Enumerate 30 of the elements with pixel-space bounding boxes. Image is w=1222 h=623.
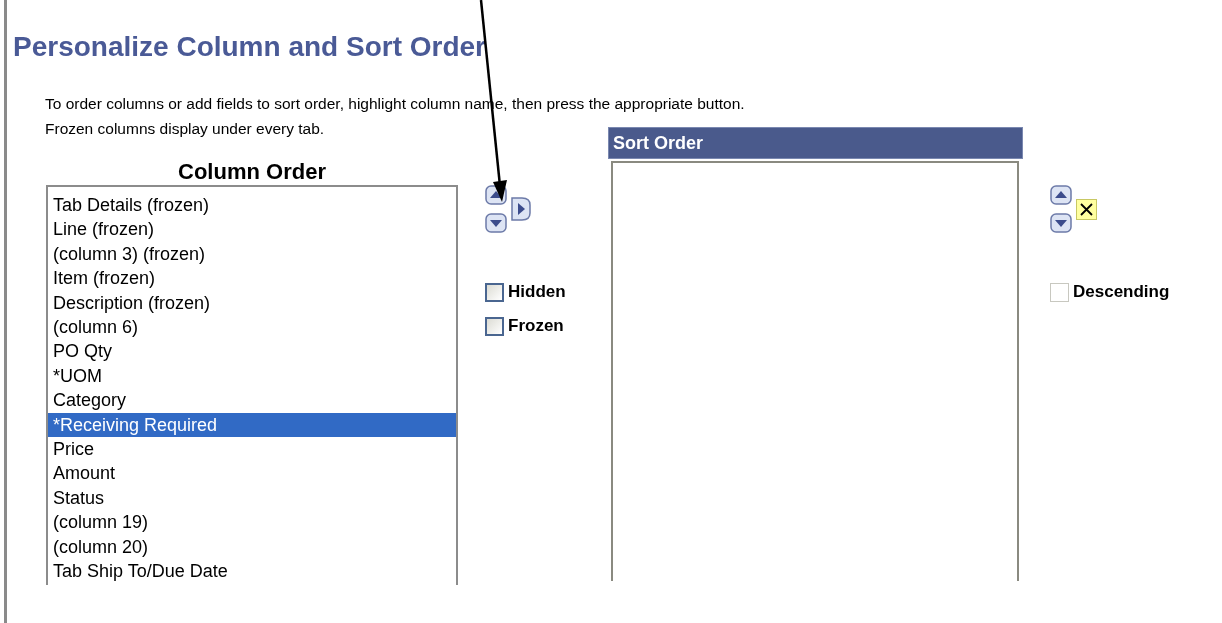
instruction-text: Frozen columns display under every tab.	[45, 118, 326, 139]
list-item[interactable]: (column 3) (frozen)	[48, 241, 456, 267]
list-item[interactable]: Line (frozen)	[48, 217, 456, 242]
checkbox-label: Hidden	[508, 281, 566, 303]
checkbox-label: Descending	[1073, 281, 1170, 303]
list-item[interactable]: *UOM	[48, 363, 456, 389]
list-item[interactable]: (column 19)	[48, 510, 456, 535]
list-item[interactable]: Item (frozen)	[48, 266, 456, 291]
list-item[interactable]: Price	[48, 437, 456, 462]
remove-button[interactable]	[1076, 198, 1097, 220]
list-item[interactable]: *Receiving Required	[48, 412, 456, 438]
list-item[interactable]: PO Qty	[48, 339, 456, 364]
list-item[interactable]: Status	[48, 485, 456, 511]
checkbox[interactable]	[485, 316, 504, 336]
move-up-button[interactable]	[1050, 185, 1072, 205]
list-item[interactable]: Tab Details (frozen)	[48, 193, 456, 218]
list-item[interactable]: (column 20)	[48, 534, 456, 560]
list-item[interactable]: Description (frozen)	[48, 290, 456, 316]
list-item[interactable]: Category	[48, 388, 456, 413]
panel-header: Sort Order	[608, 127, 1023, 159]
move-down-button[interactable]	[485, 213, 507, 233]
add-to-sort-button[interactable]	[511, 197, 531, 221]
list-heading: Column Order	[177, 159, 327, 185]
checkbox-label: Frozen	[508, 315, 564, 337]
list-item[interactable]: Tab Ship To/Due Date	[48, 559, 456, 584]
page-title: Personalize Column and Sort Order	[13, 30, 487, 64]
list-item[interactable]: (column 6)	[48, 315, 456, 340]
move-down-button[interactable]	[1050, 213, 1072, 233]
checkbox[interactable]	[485, 282, 504, 302]
list-item[interactable]: Amount	[48, 461, 456, 486]
